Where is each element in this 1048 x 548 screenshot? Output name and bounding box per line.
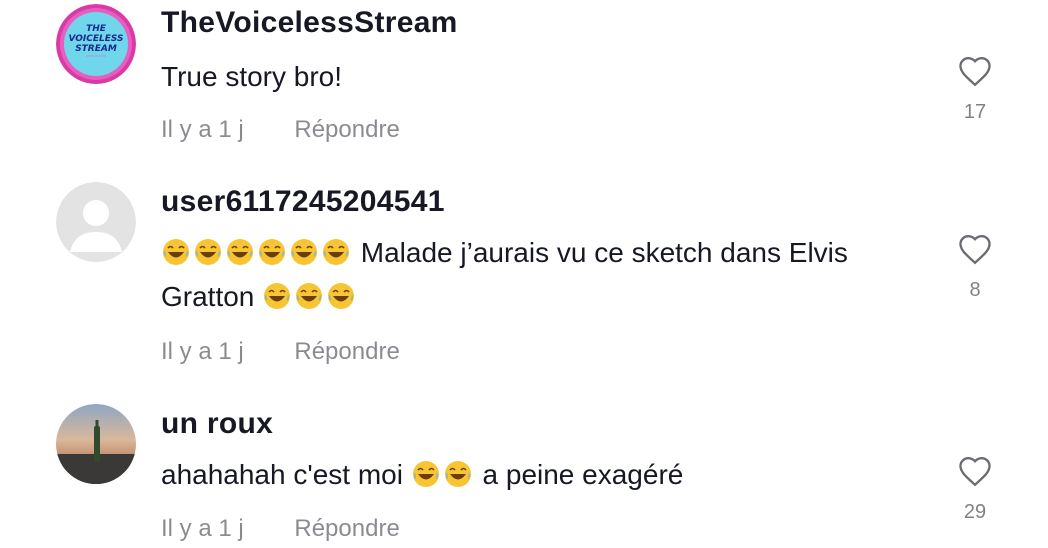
laughing-emoji-icon (163, 239, 189, 265)
comment-text-part: a peine exagéré (482, 459, 684, 490)
avatar-photo (56, 404, 136, 484)
comment-text: ahahahah c'est moi a peine exagéré (161, 453, 941, 497)
emoji-group (411, 459, 483, 490)
emoji-group (161, 237, 361, 268)
comment-timestamp: Il y a 1 j (161, 515, 244, 542)
avatar-logo-text: STREAM (75, 44, 117, 54)
avatar[interactable]: THE VOICELESS STREAM (56, 4, 136, 84)
comment-timestamp: Il y a 1 j (161, 338, 244, 365)
comment-text-part: ahahahah c'est moi (161, 459, 403, 490)
laughing-emoji-icon (296, 283, 323, 309)
laughing-emoji-icon (259, 239, 285, 265)
comment-meta: Il y a 1 j Répondre (161, 515, 400, 543)
like-button[interactable]: 17 (952, 55, 998, 124)
comment-username[interactable]: TheVoicelessStream (161, 6, 458, 40)
laughing-emoji-icon (195, 239, 221, 265)
avatar-logo-text: THE (86, 24, 107, 34)
laughing-emoji-icon (264, 283, 291, 309)
comment-meta: Il y a 1 j Répondre (161, 116, 400, 144)
default-avatar-icon (56, 182, 136, 262)
comment-text-part: Gratton (161, 281, 255, 312)
laughing-emoji-icon (323, 239, 349, 265)
avatar[interactable] (56, 404, 136, 484)
like-count: 8 (969, 279, 981, 301)
laughing-emoji-icon (328, 283, 355, 309)
comment-username[interactable]: un roux (161, 407, 273, 441)
avatar-logo-text: VOICELESS (68, 34, 123, 44)
comment-username[interactable]: user6117245204541 (161, 185, 445, 219)
heart-outline-icon[interactable] (957, 455, 993, 487)
laughing-emoji-icon (291, 239, 317, 265)
comment-text: Malade j’aurais vu ce sketch dans Elvis … (161, 231, 941, 319)
reply-button[interactable]: Répondre (294, 116, 399, 143)
heart-outline-icon[interactable] (957, 55, 993, 87)
like-button[interactable]: 29 (952, 455, 998, 524)
laughing-emoji-icon (412, 461, 439, 487)
heart-outline-icon[interactable] (957, 233, 993, 265)
laughing-emoji-icon (444, 461, 471, 487)
avatar[interactable] (56, 182, 136, 262)
like-count: 29 (963, 501, 987, 523)
like-button[interactable]: 8 (952, 233, 998, 302)
reply-button[interactable]: Répondre (294, 338, 399, 365)
avatar-image: THE VOICELESS STREAM (56, 4, 136, 84)
comment-list: THE VOICELESS STREAM TheVoicelessStream … (0, 0, 1048, 548)
comment-meta: Il y a 1 j Répondre (161, 338, 400, 366)
comment-text: True story bro! (161, 61, 343, 92)
laughing-emoji-icon (227, 239, 253, 265)
reply-button[interactable]: Répondre (294, 515, 399, 542)
comment-text-part: Malade j’aurais vu ce sketch dans Elvis (360, 237, 848, 268)
like-count: 17 (963, 101, 987, 123)
emoji-group (262, 281, 358, 312)
comment-timestamp: Il y a 1 j (161, 116, 244, 143)
